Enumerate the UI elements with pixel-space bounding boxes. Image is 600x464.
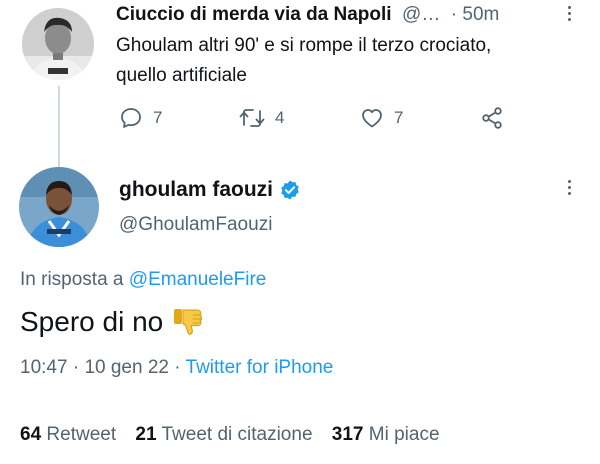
reply-to-prefix: In risposta a: [20, 269, 124, 290]
reply-count: 7: [153, 108, 163, 127]
avatar-image-napoli: [19, 167, 99, 247]
thread-connector-line: [58, 86, 60, 168]
reply-handle[interactable]: @…: [402, 4, 440, 25]
main-tweet-header: ghoulam faouzi: [119, 178, 301, 202]
avatar-ghoulam[interactable]: [19, 167, 99, 247]
tweet-source-link[interactable]: Twitter for iPhone: [186, 357, 334, 378]
avatar-image-bw: [22, 8, 94, 80]
reply-text-line-1: Ghoulam altri 90' e si rompe il terzo cr…: [116, 35, 492, 56]
tweet-meta: 10:47 · 10 gen 22 · Twitter for iPhone: [20, 357, 334, 378]
in-reply-to: In risposta a @EmanueleFire: [20, 269, 266, 291]
retweet-icon: [239, 109, 265, 127]
tweet-time[interactable]: 10:47: [20, 357, 68, 378]
retweets-count: 64: [20, 424, 42, 445]
retweets-label: Retweet: [46, 424, 117, 445]
reply-more-options-icon[interactable]: [566, 6, 572, 21]
reply-button[interactable]: 7: [119, 106, 162, 130]
reply-display-name[interactable]: Ciuccio di merda via da Napoli: [116, 4, 392, 25]
reply-text-line-2: quello artificiale: [116, 65, 247, 86]
tweet-date[interactable]: 10 gen 22: [84, 357, 169, 378]
retweets-stat[interactable]: 64 Retweet: [20, 424, 116, 445]
retweet-button[interactable]: 4: [239, 106, 284, 130]
main-handle[interactable]: @GhoulamFaouzi: [119, 214, 272, 236]
reply-tweet-text: Ghoulam altri 90' e si rompe il terzo cr…: [116, 31, 491, 91]
reply-to-handle-link[interactable]: @EmanueleFire: [129, 269, 267, 290]
comment-icon: [121, 108, 141, 128]
quotes-stat[interactable]: 21 Tweet di citazione: [135, 424, 312, 445]
engagement-stats: 64 Retweet 21 Tweet di citazione 317 Mi …: [20, 424, 440, 446]
thumbs-down-emoji-icon: [174, 309, 203, 335]
main-display-name[interactable]: ghoulam faouzi: [119, 178, 273, 202]
avatar-ciuccio[interactable]: [22, 8, 94, 80]
likes-count: 317: [331, 424, 364, 445]
share-button[interactable]: [480, 106, 504, 130]
main-tweet-body: Spero di no: [20, 306, 164, 337]
quotes-count: 21: [135, 424, 157, 445]
main-tweet-text: Spero di no: [20, 305, 207, 339]
likes-stat[interactable]: 317 Mi piace: [332, 424, 440, 445]
like-button[interactable]: 7: [360, 106, 403, 130]
share-icon: [482, 107, 502, 129]
retweet-count: 4: [275, 108, 285, 127]
quotes-label: Tweet di citazione: [161, 424, 313, 445]
likes-label: Mi piace: [368, 424, 440, 445]
reply-tweet-header: Ciuccio di merda via da Napoli @… · 50m: [116, 4, 499, 26]
heart-icon: [362, 109, 382, 128]
main-more-options-icon[interactable]: [566, 180, 572, 195]
reply-timestamp[interactable]: · 50m: [451, 4, 500, 25]
like-count: 7: [394, 108, 404, 127]
verified-badge-icon: [281, 180, 299, 200]
